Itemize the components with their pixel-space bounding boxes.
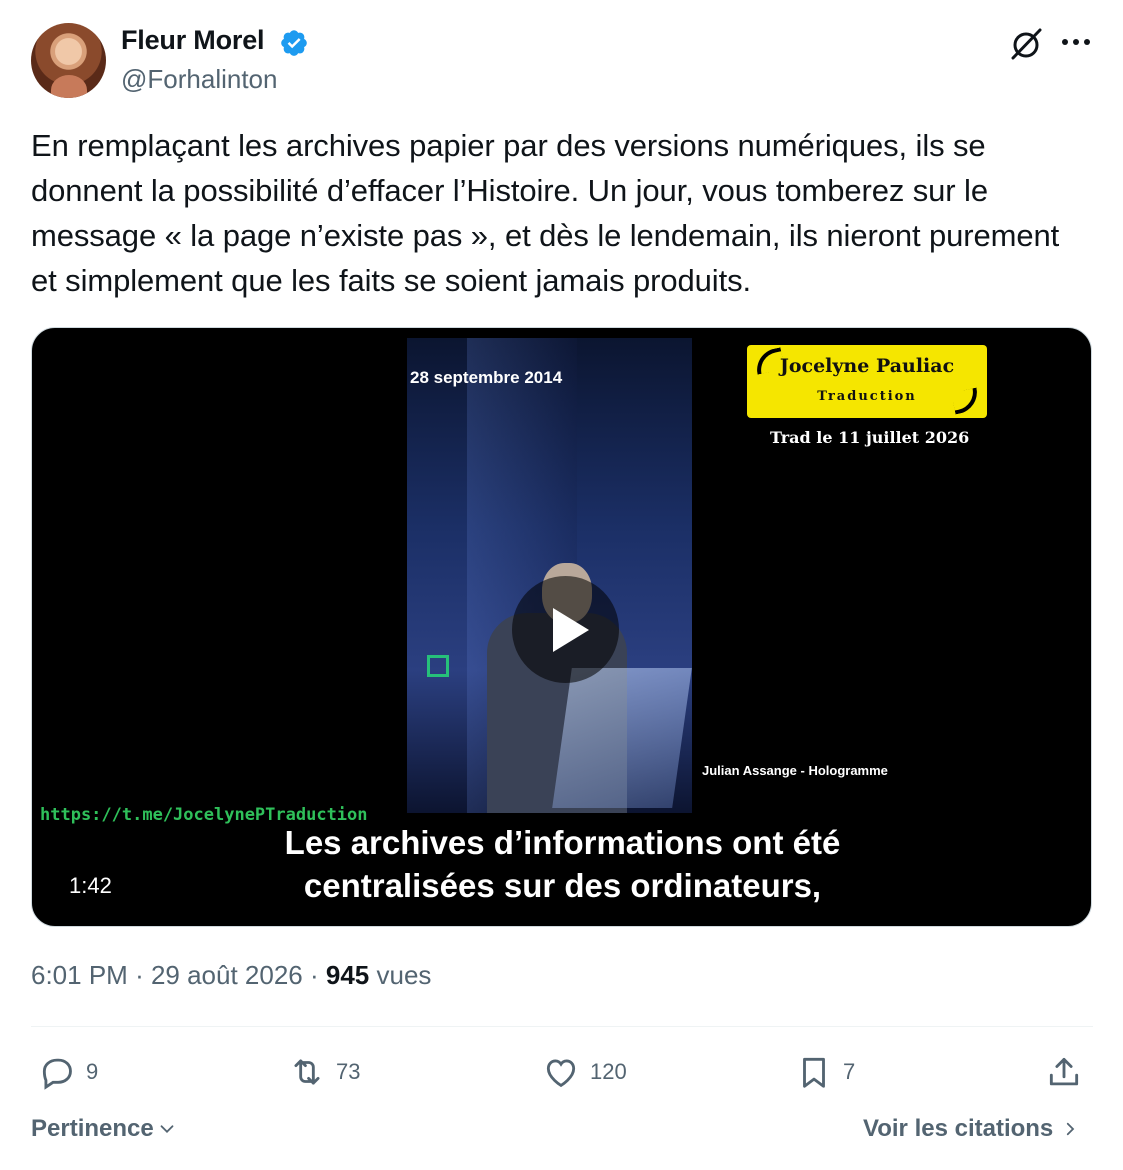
reply-button[interactable]: 9 (38, 1052, 98, 1092)
bookmark-button[interactable]: 7 (795, 1052, 855, 1092)
more-icon[interactable] (1059, 28, 1093, 56)
divider (31, 1026, 1093, 1027)
author-handle[interactable]: @Forhalinton (121, 64, 277, 95)
retweet-icon (294, 1059, 320, 1085)
video-player[interactable]: 28 septembre 2014 Jocelyne Pauliac Tradu… (31, 327, 1092, 927)
retweet-button[interactable]: 73 (288, 1052, 360, 1092)
translation-date: Trad le 11 juillet 2026 (770, 428, 970, 447)
sort-dropdown[interactable]: Pertinence (31, 1115, 178, 1143)
share-icon (1049, 1057, 1079, 1086)
like-icon (546, 1059, 576, 1088)
grok-icon[interactable] (1007, 25, 1045, 63)
video-duration: 1:42 (69, 873, 112, 898)
brand-subtitle: Traduction (817, 389, 917, 404)
subtitle-line-1: Les archives d’informations ont été (284, 824, 841, 861)
share-button[interactable] (1045, 1052, 1083, 1092)
sort-label: Pertinence (31, 1115, 154, 1142)
bookmark-count: 7 (843, 1059, 856, 1084)
tweet-date[interactable]: 29 août 2026 (151, 960, 303, 990)
view-quotes-link[interactable]: Voir les citations (863, 1115, 1079, 1143)
brand-logo: Jocelyne Pauliac Traduction (747, 345, 987, 418)
reply-count: 9 (86, 1059, 99, 1084)
speaker-label: Julian Assange - Hologramme (702, 763, 888, 778)
bookmark-icon (803, 1057, 825, 1088)
tweet-text: En remplaçant les archives papier par de… (31, 128, 1060, 298)
verified-badge-icon (281, 30, 307, 56)
podium (552, 668, 692, 808)
views-label: vues (376, 960, 432, 990)
views-count: 945 (325, 960, 370, 990)
author-name[interactable]: Fleur Morel (121, 25, 265, 56)
like-button[interactable]: 120 (542, 1052, 627, 1092)
hud-marker (427, 655, 449, 677)
chevron-right-icon (1067, 1122, 1075, 1136)
video-subtitle: Les archives d’informations ont été cent… (32, 821, 1091, 907)
avatar[interactable] (31, 23, 106, 98)
retweet-count: 73 (336, 1059, 361, 1084)
like-count: 120 (590, 1059, 627, 1084)
reply-icon (42, 1058, 72, 1090)
play-icon[interactable] (512, 576, 619, 683)
video-date-overlay: 28 septembre 2014 (410, 368, 563, 387)
chevron-down-icon (160, 1125, 174, 1134)
tweet-time[interactable]: 6:01 PM (31, 960, 128, 990)
quotes-label: Voir les citations (863, 1115, 1054, 1142)
brand-name: Jocelyne Pauliac (779, 355, 955, 377)
tweet-meta: 6:01 PM · 29 août 2026 · 945 vues (31, 960, 432, 990)
subtitle-line-2: centralisées sur des ordinateurs, (303, 867, 822, 904)
